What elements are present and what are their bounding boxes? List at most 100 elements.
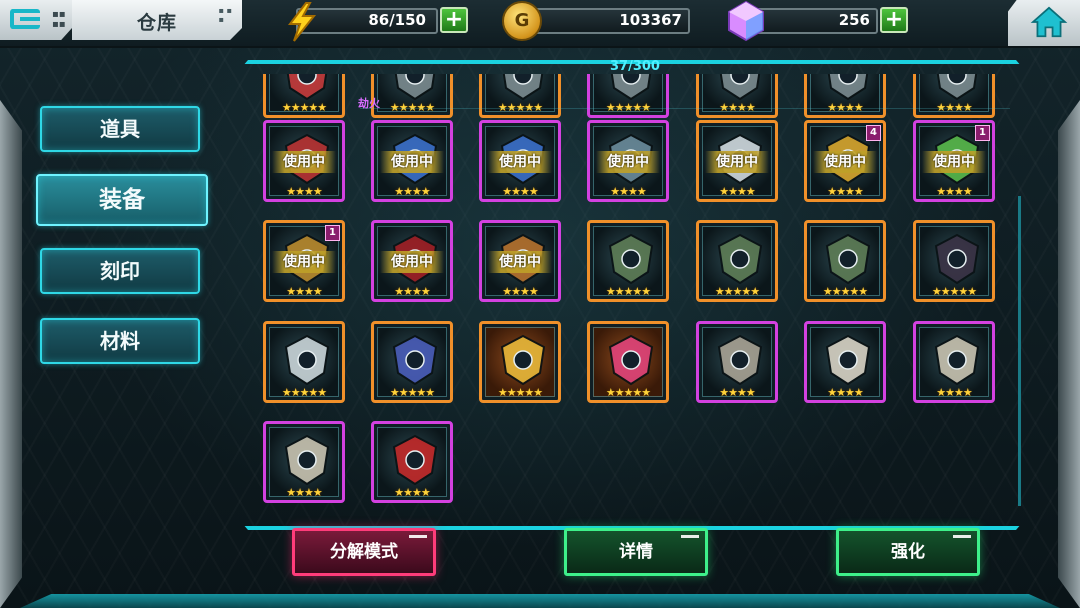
in-use-label: 使用中 (380, 151, 444, 173)
inventory-slot[interactable]: ★★★★★ (479, 321, 561, 403)
inventory-slot[interactable]: ★★★★ (696, 321, 778, 403)
energy-value: 86/150 (368, 11, 426, 29)
in-use-label: 使用中 (596, 151, 660, 173)
tusk-shield-icon (825, 233, 871, 285)
corner-accent-icon (409, 535, 427, 538)
gem-counter: 256 + (728, 0, 914, 42)
in-use-label: 使用中 (488, 251, 552, 273)
enhance-button[interactable]: 强化 (836, 528, 980, 576)
tab-equipment[interactable]: 装备 (36, 174, 208, 226)
decompose-mode-button[interactable]: 分解模式 (292, 528, 436, 576)
gear-icon (502, 74, 544, 101)
dark-bead-armor-icon (934, 233, 980, 285)
in-use-label: 使用中 (813, 151, 877, 173)
golden-feather-icon (500, 334, 546, 386)
in-use-label: 使用中 (922, 151, 986, 173)
corner-accent-icon (681, 535, 699, 538)
tab-engravings[interactable]: 刻印 (40, 248, 200, 294)
inventory-slot[interactable]: ★★★★★ (913, 220, 995, 302)
enhance-level-badge: 4 (866, 125, 881, 141)
inventory-slot[interactable]: ★★★★ (696, 74, 778, 118)
star-rating: ★★★★★ (605, 285, 651, 298)
inventory-slot[interactable]: 使用中 4 ★★★★ (804, 120, 886, 202)
gear-icon (827, 74, 869, 101)
star-rating: ★★★★ (610, 185, 646, 198)
inventory-slot[interactable]: ★★★★ (804, 74, 886, 118)
inventory-capacity: 37/300 (610, 59, 660, 74)
decor-dots-icon: ▪ ▪ ▪ (218, 6, 232, 24)
energy-counter: 86/150 + (287, 2, 470, 42)
inventory-slot[interactable]: ★★★★★ (587, 321, 669, 403)
star-rating: ★★★★★ (605, 386, 651, 399)
inventory-slot[interactable]: ★★★★ (263, 421, 345, 503)
inventory-slot[interactable]: 使用中 ★★★★ (371, 220, 453, 302)
star-rating: ★★★★ (286, 285, 322, 298)
inventory-slot[interactable]: ★★★★★ (263, 74, 345, 118)
star-rating: ★★★★ (719, 185, 755, 198)
enhance-level-badge: 1 (325, 225, 340, 241)
tab-materials[interactable]: 材料 (40, 318, 200, 364)
add-gems-button[interactable]: + (880, 7, 908, 33)
inventory-slot[interactable]: ★★★★ (804, 321, 886, 403)
star-rating: ★★★★ (936, 185, 972, 198)
star-rating: ★★★★ (502, 185, 538, 198)
enhance-level-badge: 1 (975, 125, 990, 141)
inventory-slot[interactable]: 使用中 ★★★★ (587, 120, 669, 202)
star-rating: ★★★★★ (281, 101, 327, 114)
silver-crown-icon (284, 334, 330, 386)
star-rating: ★★★★★ (822, 285, 868, 298)
inventory-slot[interactable]: 使用中 ★★★★ (263, 120, 345, 202)
inventory-slot[interactable]: ★★★★ (371, 421, 453, 503)
inventory-slot[interactable]: ★★★★ (913, 74, 995, 118)
corner-accent-icon (953, 535, 971, 538)
details-button[interactable]: 详情 (564, 528, 708, 576)
star-rating: ★★★★★ (931, 285, 977, 298)
inventory-slot[interactable]: 使用中 1 ★★★★ (263, 220, 345, 302)
star-rating: ★★★★★ (497, 386, 543, 399)
inventory-slot[interactable]: ★★★★★ (479, 74, 561, 118)
inventory-slot[interactable]: 使用中 1 ★★★★ (913, 120, 995, 202)
inventory-slot[interactable]: ★★★★ (913, 321, 995, 403)
inventory-slot[interactable]: ★★★★★ (587, 220, 669, 302)
inventory-slot[interactable]: 使用中 ★★★★ (371, 120, 453, 202)
gold-coin-icon: G (502, 1, 542, 41)
inventory-slot[interactable]: 使用中 ★★★★ (479, 120, 561, 202)
inventory-slot[interactable]: 使用中 ★★★★ (696, 120, 778, 202)
tab-items[interactable]: 道具 (40, 106, 200, 152)
star-rating: ★★★★★ (389, 386, 435, 399)
inventory-slot[interactable]: ★★★★★ (804, 220, 886, 302)
gold-value: 103367 (619, 11, 682, 29)
in-use-label: 使用中 (272, 251, 336, 273)
gear-icon (936, 74, 978, 101)
red-armor-icon (286, 74, 328, 101)
in-use-label: 使用中 (272, 151, 336, 173)
left-frame (0, 100, 22, 608)
tooth-necklace-icon (934, 334, 980, 386)
inventory-slot[interactable]: ★★★★★ (371, 321, 453, 403)
add-energy-button[interactable]: + (440, 7, 468, 33)
gear-icon (394, 74, 436, 101)
decompose-mode-label: 分解模式 (330, 542, 398, 562)
inventory-slot[interactable]: ★★★★★ (587, 74, 669, 118)
inventory-slot[interactable]: ★★★★★ (371, 74, 453, 118)
back-icon (10, 9, 40, 29)
red-eye-shield-icon (392, 434, 438, 486)
in-use-label: 使用中 (705, 151, 769, 173)
tusk-shield-icon (717, 233, 763, 285)
star-crossed-swords-icon (392, 334, 438, 386)
star-rating: ★★★★ (827, 386, 863, 399)
gold-counter: G 103367 (502, 1, 692, 41)
inventory-slot[interactable]: 使用中 ★★★★ (479, 220, 561, 302)
star-rating: ★★★★ (719, 386, 755, 399)
tooth-necklace-icon (284, 434, 330, 486)
inventory-slot[interactable]: ★★★★★ (263, 321, 345, 403)
home-button[interactable] (1008, 0, 1080, 46)
inventory-slot[interactable]: ★★★★★ (696, 220, 778, 302)
star-rating: ★★★★ (286, 185, 322, 198)
star-rating: ★★★★ (394, 185, 430, 198)
lightning-icon (287, 2, 317, 42)
back-button[interactable]: ▪▪ ▪▪ (0, 0, 72, 40)
home-icon (1030, 6, 1068, 38)
crystal-gem-icon (728, 0, 764, 42)
inventory-scrollbar[interactable] (1018, 196, 1021, 506)
